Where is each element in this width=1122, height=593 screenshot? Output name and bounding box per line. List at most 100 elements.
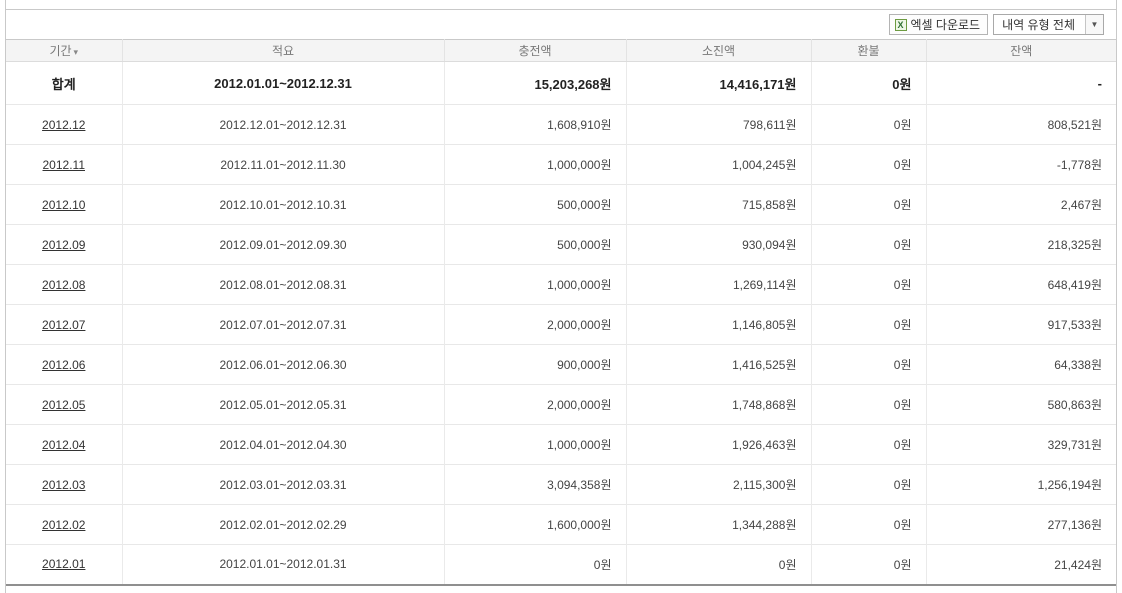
refund-amount-cell: 0원 (811, 545, 926, 585)
content-frame: X 엑셀 다운로드 내역 유형 전체 ▼ 기간▾ 적요 충전액 소진액 환불 잔… (5, 0, 1117, 593)
spent-amount-cell: 2,115,300원 (626, 465, 811, 505)
spent-amount-cell: 1,748,868원 (626, 385, 811, 425)
table-row: 2012.09 2012.09.01~2012.09.30 500,000원 9… (6, 225, 1116, 265)
period-link[interactable]: 2012.02 (42, 518, 85, 532)
description-cell: 2012.12.01~2012.12.31 (122, 105, 444, 145)
column-header-spent: 소진액 (626, 40, 811, 62)
refund-amount-cell: 0원 (811, 105, 926, 145)
charge-amount-cell: 3,094,358원 (444, 465, 626, 505)
balance-amount-cell: 21,424원 (926, 545, 1116, 585)
balance-amount-cell: 277,136원 (926, 505, 1116, 545)
period-link[interactable]: 2012.01 (42, 557, 85, 571)
charge-amount-cell: 900,000원 (444, 345, 626, 385)
table-row: 2012.04 2012.04.01~2012.04.30 1,000,000원… (6, 425, 1116, 465)
spent-amount-cell: 1,416,525원 (626, 345, 811, 385)
table-toolbar: X 엑셀 다운로드 내역 유형 전체 ▼ (6, 10, 1116, 39)
refund-amount-cell: 0원 (811, 385, 926, 425)
column-header-period[interactable]: 기간▾ (6, 40, 122, 62)
total-balance-value: - (926, 62, 1116, 105)
charge-amount-cell: 1,000,000원 (444, 265, 626, 305)
refund-amount-cell: 0원 (811, 265, 926, 305)
description-cell: 2012.09.01~2012.09.30 (122, 225, 444, 265)
charge-amount-cell: 1,000,000원 (444, 145, 626, 185)
billing-history-table: 기간▾ 적요 충전액 소진액 환불 잔액 합계 2012.01.01~2012.… (6, 39, 1116, 586)
total-refund-amount: 0원 (811, 62, 926, 105)
charge-amount-cell: 500,000원 (444, 225, 626, 265)
description-cell: 2012.11.01~2012.11.30 (122, 145, 444, 185)
balance-amount-cell: 64,338원 (926, 345, 1116, 385)
column-header-balance: 잔액 (926, 40, 1116, 62)
table-row: 2012.03 2012.03.01~2012.03.31 3,094,358원… (6, 465, 1116, 505)
charge-amount-cell: 2,000,000원 (444, 385, 626, 425)
table-body: 합계 2012.01.01~2012.12.31 15,203,268원 14,… (6, 62, 1116, 585)
period-link[interactable]: 2012.04 (42, 438, 85, 452)
excel-download-button[interactable]: X 엑셀 다운로드 (889, 14, 989, 35)
period-link[interactable]: 2012.10 (42, 198, 85, 212)
table-row: 2012.06 2012.06.01~2012.06.30 900,000원 1… (6, 345, 1116, 385)
balance-amount-cell: 218,325원 (926, 225, 1116, 265)
total-row: 합계 2012.01.01~2012.12.31 15,203,268원 14,… (6, 62, 1116, 105)
table-header-row: 기간▾ 적요 충전액 소진액 환불 잔액 (6, 40, 1116, 62)
period-link[interactable]: 2012.09 (42, 238, 85, 252)
balance-amount-cell: -1,778원 (926, 145, 1116, 185)
charge-amount-cell: 1,600,000원 (444, 505, 626, 545)
total-period-label: 합계 (6, 62, 122, 105)
balance-amount-cell: 1,256,194원 (926, 465, 1116, 505)
charge-amount-cell: 500,000원 (444, 185, 626, 225)
refund-amount-cell: 0원 (811, 465, 926, 505)
refund-amount-cell: 0원 (811, 185, 926, 225)
spent-amount-cell: 1,926,463원 (626, 425, 811, 465)
total-spent-amount: 14,416,171원 (626, 62, 811, 105)
top-section-divider (6, 0, 1116, 10)
period-link[interactable]: 2012.06 (42, 358, 85, 372)
description-cell: 2012.07.01~2012.07.31 (122, 305, 444, 345)
table-row: 2012.12 2012.12.01~2012.12.31 1,608,910원… (6, 105, 1116, 145)
spent-amount-cell: 715,858원 (626, 185, 811, 225)
period-link[interactable]: 2012.05 (42, 398, 85, 412)
spent-amount-cell: 798,611원 (626, 105, 811, 145)
description-cell: 2012.04.01~2012.04.30 (122, 425, 444, 465)
table-row: 2012.05 2012.05.01~2012.05.31 2,000,000원… (6, 385, 1116, 425)
table-row: 2012.01 2012.01.01~2012.01.31 0원 0원 0원 2… (6, 545, 1116, 585)
description-cell: 2012.03.01~2012.03.31 (122, 465, 444, 505)
charge-amount-cell: 1,000,000원 (444, 425, 626, 465)
period-link[interactable]: 2012.11 (43, 158, 86, 172)
spent-amount-cell: 1,146,805원 (626, 305, 811, 345)
table-row: 2012.07 2012.07.01~2012.07.31 2,000,000원… (6, 305, 1116, 345)
period-link[interactable]: 2012.08 (42, 278, 85, 292)
charge-amount-cell: 2,000,000원 (444, 305, 626, 345)
description-cell: 2012.06.01~2012.06.30 (122, 345, 444, 385)
refund-amount-cell: 0원 (811, 425, 926, 465)
column-header-charge: 충전액 (444, 40, 626, 62)
spent-amount-cell: 0원 (626, 545, 811, 585)
spent-amount-cell: 930,094원 (626, 225, 811, 265)
period-link[interactable]: 2012.07 (42, 318, 85, 332)
spent-amount-cell: 1,004,245원 (626, 145, 811, 185)
description-cell: 2012.05.01~2012.05.31 (122, 385, 444, 425)
column-header-period-label: 기간 (49, 44, 71, 58)
column-header-refund: 환불 (811, 40, 926, 62)
charge-amount-cell: 1,608,910원 (444, 105, 626, 145)
description-cell: 2012.02.01~2012.02.29 (122, 505, 444, 545)
sort-arrow-icon: ▾ (74, 47, 79, 57)
table-row: 2012.08 2012.08.01~2012.08.31 1,000,000원… (6, 265, 1116, 305)
balance-amount-cell: 2,467원 (926, 185, 1116, 225)
charge-amount-cell: 0원 (444, 545, 626, 585)
balance-amount-cell: 917,533원 (926, 305, 1116, 345)
refund-amount-cell: 0원 (811, 505, 926, 545)
description-cell: 2012.01.01~2012.01.31 (122, 545, 444, 585)
history-type-selected-value: 내역 유형 전체 (994, 15, 1085, 34)
period-link[interactable]: 2012.12 (42, 118, 85, 132)
history-type-select[interactable]: 내역 유형 전체 ▼ (993, 14, 1104, 35)
refund-amount-cell: 0원 (811, 145, 926, 185)
balance-amount-cell: 329,731원 (926, 425, 1116, 465)
total-charge-amount: 15,203,268원 (444, 62, 626, 105)
period-link[interactable]: 2012.03 (42, 478, 85, 492)
chevron-down-icon[interactable]: ▼ (1085, 15, 1103, 34)
spent-amount-cell: 1,344,288원 (626, 505, 811, 545)
refund-amount-cell: 0원 (811, 345, 926, 385)
total-description: 2012.01.01~2012.12.31 (122, 62, 444, 105)
table-row: 2012.11 2012.11.01~2012.11.30 1,000,000원… (6, 145, 1116, 185)
balance-amount-cell: 648,419원 (926, 265, 1116, 305)
table-row: 2012.02 2012.02.01~2012.02.29 1,600,000원… (6, 505, 1116, 545)
